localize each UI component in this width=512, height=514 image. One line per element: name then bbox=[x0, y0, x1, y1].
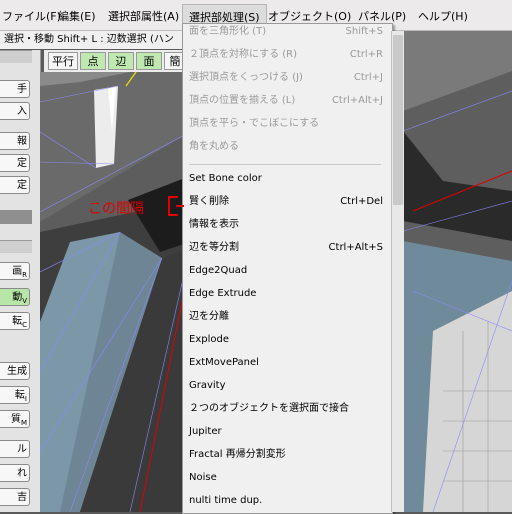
menu-item-divide-edge[interactable]: 辺を等分割 Ctrl+Alt+S bbox=[189, 238, 383, 258]
command-button-screen[interactable]: 画R bbox=[0, 262, 30, 280]
menu-item-multi-time-dup[interactable]: nulti time dup. bbox=[189, 491, 383, 511]
panel-header bbox=[0, 50, 32, 63]
3d-viewport-right[interactable] bbox=[403, 31, 512, 512]
menu-item-symmetric-vertices: ２頂点を対称にする (R) Ctrl+R bbox=[189, 49, 383, 60]
menu-scrollbar[interactable] bbox=[391, 31, 404, 512]
menu-item-round-corners: 角を丸める bbox=[189, 141, 239, 152]
command-button[interactable]: 報 bbox=[0, 132, 30, 150]
command-button[interactable]: 定 bbox=[0, 154, 30, 172]
command-button[interactable]: 転I bbox=[0, 386, 30, 404]
menu-item-gravity[interactable]: Gravity bbox=[189, 376, 383, 396]
menu-help[interactable]: ヘルプ(H) bbox=[418, 8, 468, 24]
command-button-rotate[interactable]: 転C bbox=[0, 312, 30, 330]
command-button[interactable]: れ bbox=[0, 464, 30, 482]
menu-item-noise[interactable]: Noise bbox=[189, 468, 383, 488]
menu-item-explode[interactable]: Explode bbox=[189, 330, 383, 350]
3d-viewport[interactable] bbox=[40, 72, 190, 512]
menu-item-align-vertices: 頂点の位置を揃える (L) Ctrl+Alt+J bbox=[189, 95, 383, 106]
command-button[interactable]: 質M bbox=[0, 410, 30, 428]
scrollbar-thumb[interactable] bbox=[393, 35, 403, 205]
menu-item-jupiter[interactable]: Jupiter bbox=[189, 422, 383, 442]
menu-item-join-objects[interactable]: ２つのオブジェクトを選択面で接合 bbox=[189, 399, 383, 419]
menu-item-show-info[interactable]: 情報を表示 bbox=[189, 215, 383, 235]
point-mode-button[interactable]: 点 bbox=[80, 52, 106, 70]
parallel-view-button[interactable]: 平行 bbox=[48, 52, 78, 70]
command-button[interactable]: 生成 bbox=[0, 362, 30, 380]
spacing-annotation: この間隔 bbox=[88, 201, 144, 217]
menu-item-triangulate: 面を三角形化 (T) Shift+S bbox=[189, 26, 383, 37]
menu-separator bbox=[189, 164, 381, 165]
panel-header bbox=[0, 240, 32, 253]
menu-item-smart-delete[interactable]: 賢く削除 Ctrl+Del bbox=[189, 192, 383, 212]
menu-item-weld-vertices: 選択頂点をくっつける (J) Ctrl+J bbox=[189, 72, 383, 83]
menu-edit[interactable]: 編集(E) bbox=[58, 8, 96, 24]
menu-file[interactable]: ファイル(F) bbox=[2, 8, 61, 24]
command-button[interactable]: 入 bbox=[0, 102, 30, 120]
view-toolbar: 平行 点 辺 面 簡 bbox=[44, 50, 189, 72]
command-button[interactable]: 手 bbox=[0, 80, 30, 98]
menu-item-edge-extrude[interactable]: Edge Extrude bbox=[189, 284, 383, 304]
command-button[interactable]: ル bbox=[0, 440, 30, 458]
command-button[interactable]: 吉 bbox=[0, 488, 30, 506]
menu-item-edge2quad[interactable]: Edge2Quad bbox=[189, 261, 383, 281]
menu-item-set-bone-color[interactable]: Set Bone color bbox=[189, 169, 383, 189]
command-panel: 手 入 報 定 定 画R 動V 転C 生成 転I 質M ル れ 吉 bbox=[0, 50, 41, 512]
command-button[interactable]: 定 bbox=[0, 176, 30, 194]
menu-item-separate-edge[interactable]: 辺を分離 bbox=[189, 307, 383, 327]
spacing-bracket-tick bbox=[176, 205, 184, 207]
menu-item-extmovepanel[interactable]: ExtMovePanel bbox=[189, 353, 383, 373]
selection-process-menu: 面を三角形化 (T) Shift+S ２頂点を対称にする (R) Ctrl+R 選択… bbox=[182, 23, 393, 514]
menu-item-fractal[interactable]: Fractal 再帰分割変形 bbox=[189, 445, 383, 465]
menu-selection-attr[interactable]: 選択部属性(A) bbox=[108, 8, 179, 24]
edge-mode-button[interactable]: 辺 bbox=[108, 52, 134, 70]
menu-item-flatten-vertices: 頂点を平ら・でこぼこにする bbox=[189, 118, 320, 129]
command-button-move[interactable]: 動V bbox=[0, 288, 30, 306]
face-mode-button[interactable]: 面 bbox=[136, 52, 162, 70]
mode-status-line: 選択・移動 Shift+ L : 辺数選択 (ハン bbox=[0, 31, 194, 49]
panel-divider bbox=[0, 210, 32, 224]
